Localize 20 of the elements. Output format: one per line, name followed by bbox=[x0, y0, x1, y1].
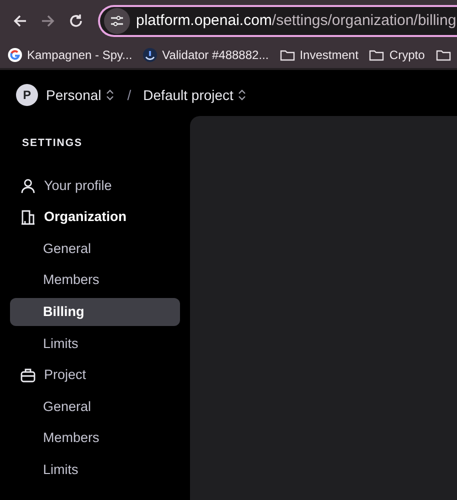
sidebar-item[interactable]: Project bbox=[10, 361, 180, 390]
sidebar-item[interactable]: Members bbox=[10, 424, 180, 452]
bookmark-link[interactable]: Validator #488882... bbox=[162, 46, 269, 64]
bookmark-link[interactable]: Investment bbox=[300, 46, 358, 64]
sidebar-title: SETTINGS bbox=[21, 136, 84, 151]
sidebar-item[interactable]: Organization bbox=[10, 203, 180, 232]
bookmark-link[interactable]: Kampagnen - Spy... bbox=[27, 46, 132, 64]
sidebar-item[interactable]: Limits bbox=[10, 456, 180, 484]
sidebar-item[interactable]: General bbox=[10, 234, 180, 263]
project-selector[interactable]: Default project bbox=[143, 84, 248, 106]
sidebar-item[interactable]: Members bbox=[10, 266, 180, 295]
sidebar-item[interactable]: General bbox=[10, 392, 180, 421]
breadcrumb-separator: / bbox=[127, 86, 132, 104]
bookmark-link[interactable]: Crypto bbox=[389, 46, 425, 64]
organization-selector[interactable]: Personal bbox=[46, 84, 116, 106]
address-bar[interactable]: platform.openai.com/settings/organization/billing bbox=[98, 5, 457, 37]
sidebar-item[interactable]: Billing bbox=[10, 298, 180, 326]
sidebar-item[interactable]: Your profile bbox=[10, 172, 180, 200]
avatar[interactable]: P bbox=[16, 84, 38, 106]
sidebar-item[interactable]: Limits bbox=[10, 330, 180, 358]
